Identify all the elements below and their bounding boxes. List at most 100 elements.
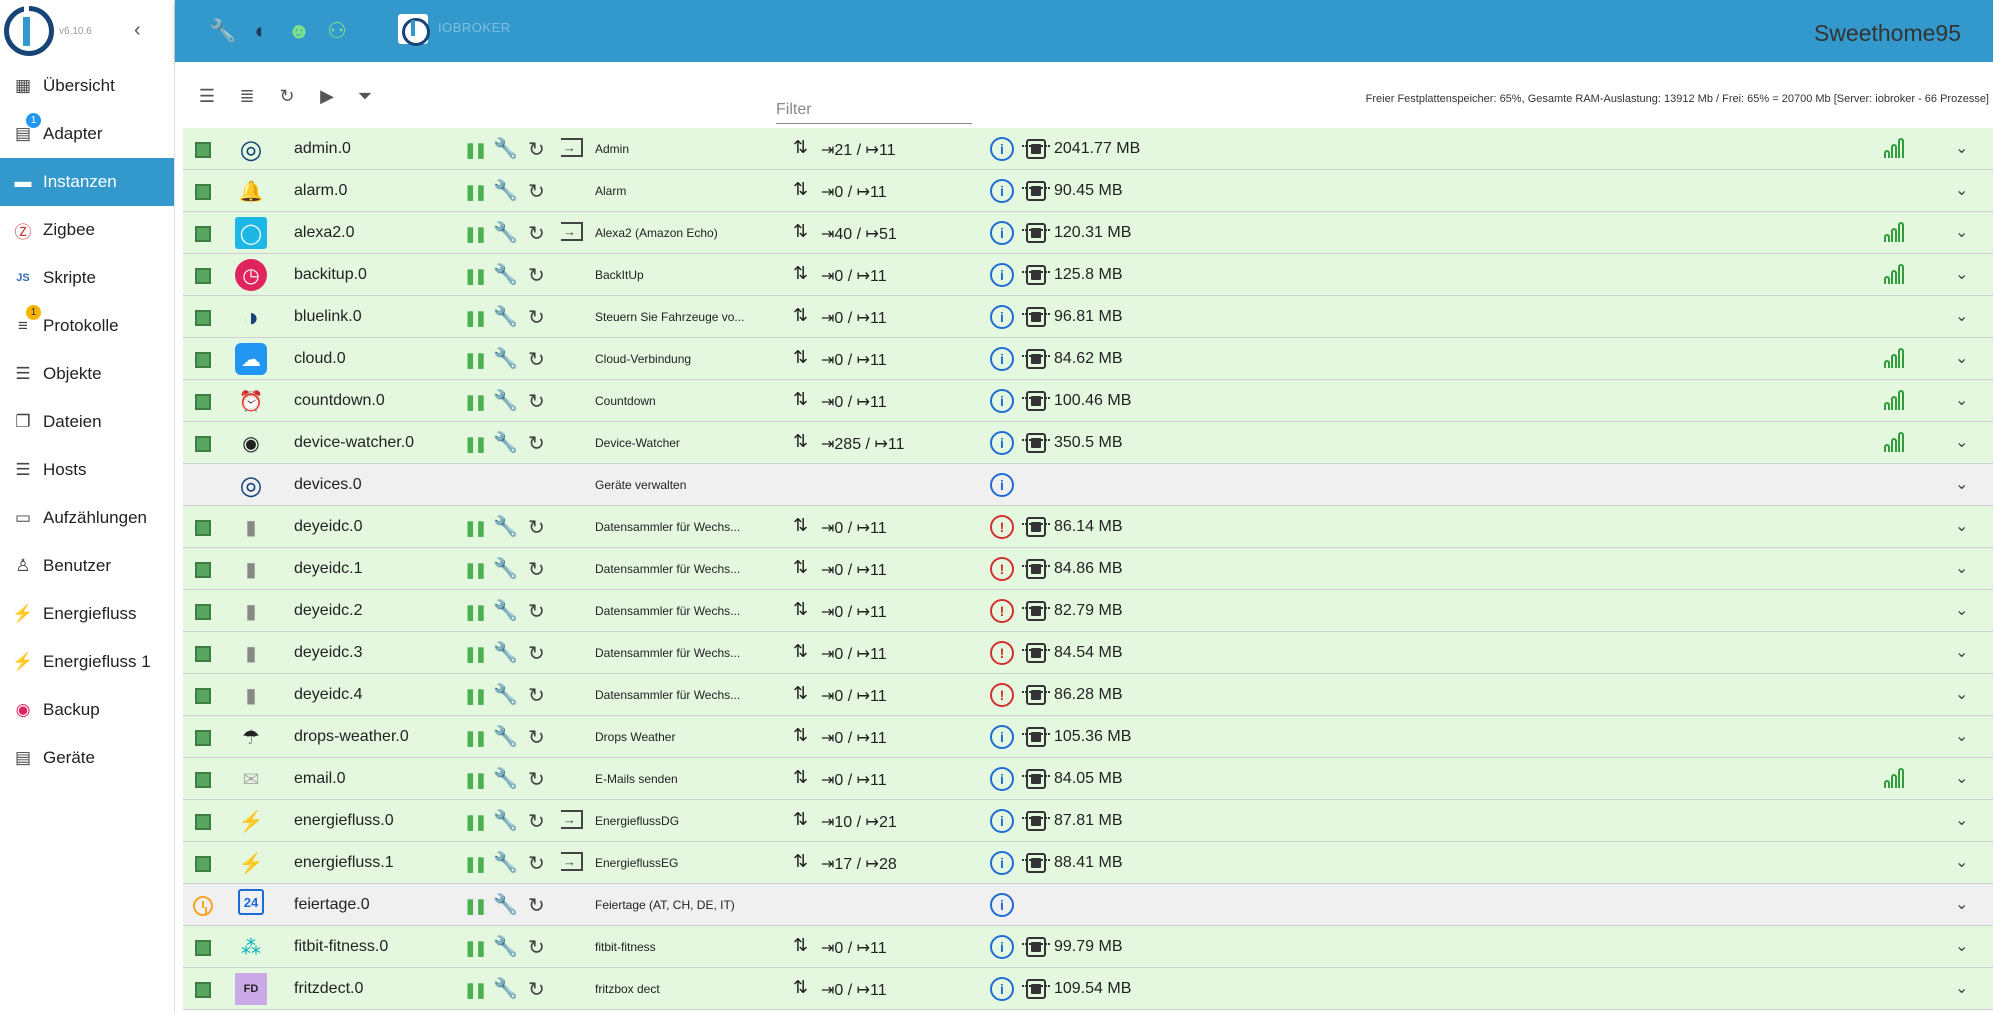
brightness-icon[interactable]: ◐ [246,16,276,46]
enabled-checkbox[interactable] [195,730,211,746]
open-web-icon[interactable]: → [561,138,583,157]
sidebar-item-adapter[interactable]: ▤ Adapter 1 [0,110,174,158]
error-icon[interactable]: ! [990,515,1014,539]
info-icon[interactable]: i [990,263,1014,287]
settings-wrench-icon[interactable]: 🔧 [493,556,518,581]
pause-icon[interactable]: ❚❚ [464,729,487,747]
info-icon[interactable]: i [990,809,1014,833]
play-icon[interactable]: ▶ [315,84,339,108]
expand-chevron-icon[interactable]: ⌄ [1955,684,1968,704]
expand-chevron-icon[interactable]: ⌄ [1955,726,1968,746]
info-icon[interactable]: i [990,389,1014,413]
pause-icon[interactable]: ❚❚ [464,771,487,789]
enabled-checkbox[interactable] [195,520,211,536]
wrench-icon[interactable]: 🔧 [208,16,238,46]
info-icon[interactable]: i [990,179,1014,203]
pause-icon[interactable]: ❚❚ [464,141,487,159]
expand-chevron-icon[interactable]: ⌄ [1955,642,1968,662]
sidebar-item-instanzen[interactable]: ▬ Instanzen [0,158,174,206]
sidebar-item--bersicht[interactable]: ▦ Übersicht [0,62,174,110]
settings-wrench-icon[interactable]: 🔧 [493,640,518,665]
info-icon[interactable]: i [990,347,1014,371]
expand-chevron-icon[interactable]: ⌄ [1955,558,1968,578]
restart-icon[interactable]: ↻ [528,179,545,204]
expand-chevron-icon[interactable]: ⌄ [1955,474,1968,494]
enabled-checkbox[interactable] [195,184,211,200]
restart-icon[interactable]: ↻ [528,305,545,330]
info-icon[interactable]: i [990,725,1014,749]
schedule-clock-icon[interactable] [193,896,213,916]
collapse-sidebar-button[interactable]: ‹ [134,19,141,42]
expand-chevron-icon[interactable]: ⌄ [1955,936,1968,956]
expert-mode-icon[interactable]: ☻ [284,16,314,46]
enabled-checkbox[interactable] [195,310,211,326]
expand-chevron-icon[interactable]: ⌄ [1955,222,1968,242]
expand-chevron-icon[interactable]: ⌄ [1955,600,1968,620]
settings-wrench-icon[interactable]: 🔧 [493,598,518,623]
restart-icon[interactable]: ↻ [528,599,545,624]
sidebar-item-energiefluss-1[interactable]: ⚡ Energiefluss 1 [0,638,174,686]
sidebar-item-energiefluss[interactable]: ⚡ Energiefluss [0,590,174,638]
expand-chevron-icon[interactable]: ⌄ [1955,432,1968,452]
info-icon[interactable]: i [990,473,1014,497]
settings-wrench-icon[interactable]: 🔧 [493,304,518,329]
sidebar-item-objekte[interactable]: ☰ Objekte [0,350,174,398]
restart-icon[interactable]: ↻ [528,893,545,918]
expand-chevron-icon[interactable]: ⌄ [1955,138,1968,158]
restart-icon[interactable]: ↻ [528,725,545,750]
pause-icon[interactable]: ❚❚ [464,225,487,243]
pause-icon[interactable]: ❚❚ [464,267,487,285]
enabled-checkbox[interactable] [195,646,211,662]
settings-wrench-icon[interactable]: 🔧 [493,850,518,875]
pause-icon[interactable]: ❚❚ [464,309,487,327]
enabled-checkbox[interactable] [195,982,211,998]
pause-icon[interactable]: ❚❚ [464,687,487,705]
error-icon[interactable]: ! [990,683,1014,707]
error-icon[interactable]: ! [990,599,1014,623]
enabled-checkbox[interactable] [195,604,211,620]
expand-chevron-icon[interactable]: ⌄ [1955,810,1968,830]
pause-icon[interactable]: ❚❚ [464,939,487,957]
settings-wrench-icon[interactable]: 🔧 [493,346,518,371]
enabled-checkbox[interactable] [195,856,211,872]
info-icon[interactable]: i [990,935,1014,959]
settings-wrench-icon[interactable]: 🔧 [493,682,518,707]
enabled-checkbox[interactable] [195,394,211,410]
pause-icon[interactable]: ❚❚ [464,813,487,831]
open-web-icon[interactable]: → [561,852,583,871]
restart-icon[interactable]: ↻ [528,389,545,414]
expand-chevron-icon[interactable]: ⌄ [1955,390,1968,410]
restart-icon[interactable]: ↻ [528,851,545,876]
enabled-checkbox[interactable] [195,814,211,830]
sidebar-item-aufz-hlungen[interactable]: ▭ Aufzählungen [0,494,174,542]
info-icon[interactable]: i [990,431,1014,455]
settings-wrench-icon[interactable]: 🔧 [493,976,518,1001]
error-icon[interactable]: ! [990,557,1014,581]
restart-icon[interactable]: ↻ [528,809,545,834]
expand-chevron-icon[interactable]: ⌄ [1955,264,1968,284]
open-web-icon[interactable]: → [561,810,583,829]
settings-wrench-icon[interactable]: 🔧 [493,934,518,959]
pause-icon[interactable]: ❚❚ [464,351,487,369]
sidebar-item-hosts[interactable]: ☰ Hosts [0,446,174,494]
restart-icon[interactable]: ↻ [528,641,545,666]
enabled-checkbox[interactable] [195,940,211,956]
pause-icon[interactable]: ❚❚ [464,183,487,201]
expand-chevron-icon[interactable]: ⌄ [1955,180,1968,200]
settings-wrench-icon[interactable]: 🔧 [493,178,518,203]
settings-wrench-icon[interactable]: 🔧 [493,892,518,917]
sidebar-item-backup[interactable]: ◉ Backup [0,686,174,734]
enabled-checkbox[interactable] [195,772,211,788]
restart-icon[interactable]: ↻ [528,767,545,792]
sidebar-item-protokolle[interactable]: ≡ Protokolle 1 [0,302,174,350]
enabled-checkbox[interactable] [195,226,211,242]
restart-icon[interactable]: ↻ [528,263,545,288]
info-icon[interactable]: i [990,305,1014,329]
pause-icon[interactable]: ❚❚ [464,855,487,873]
expand-chevron-icon[interactable]: ⌄ [1955,894,1968,914]
restart-icon[interactable]: ↻ [528,683,545,708]
list-view-icon[interactable]: ☰ [195,84,219,108]
pause-icon[interactable]: ❚❚ [464,435,487,453]
enabled-checkbox[interactable] [195,352,211,368]
settings-wrench-icon[interactable]: 🔧 [493,262,518,287]
